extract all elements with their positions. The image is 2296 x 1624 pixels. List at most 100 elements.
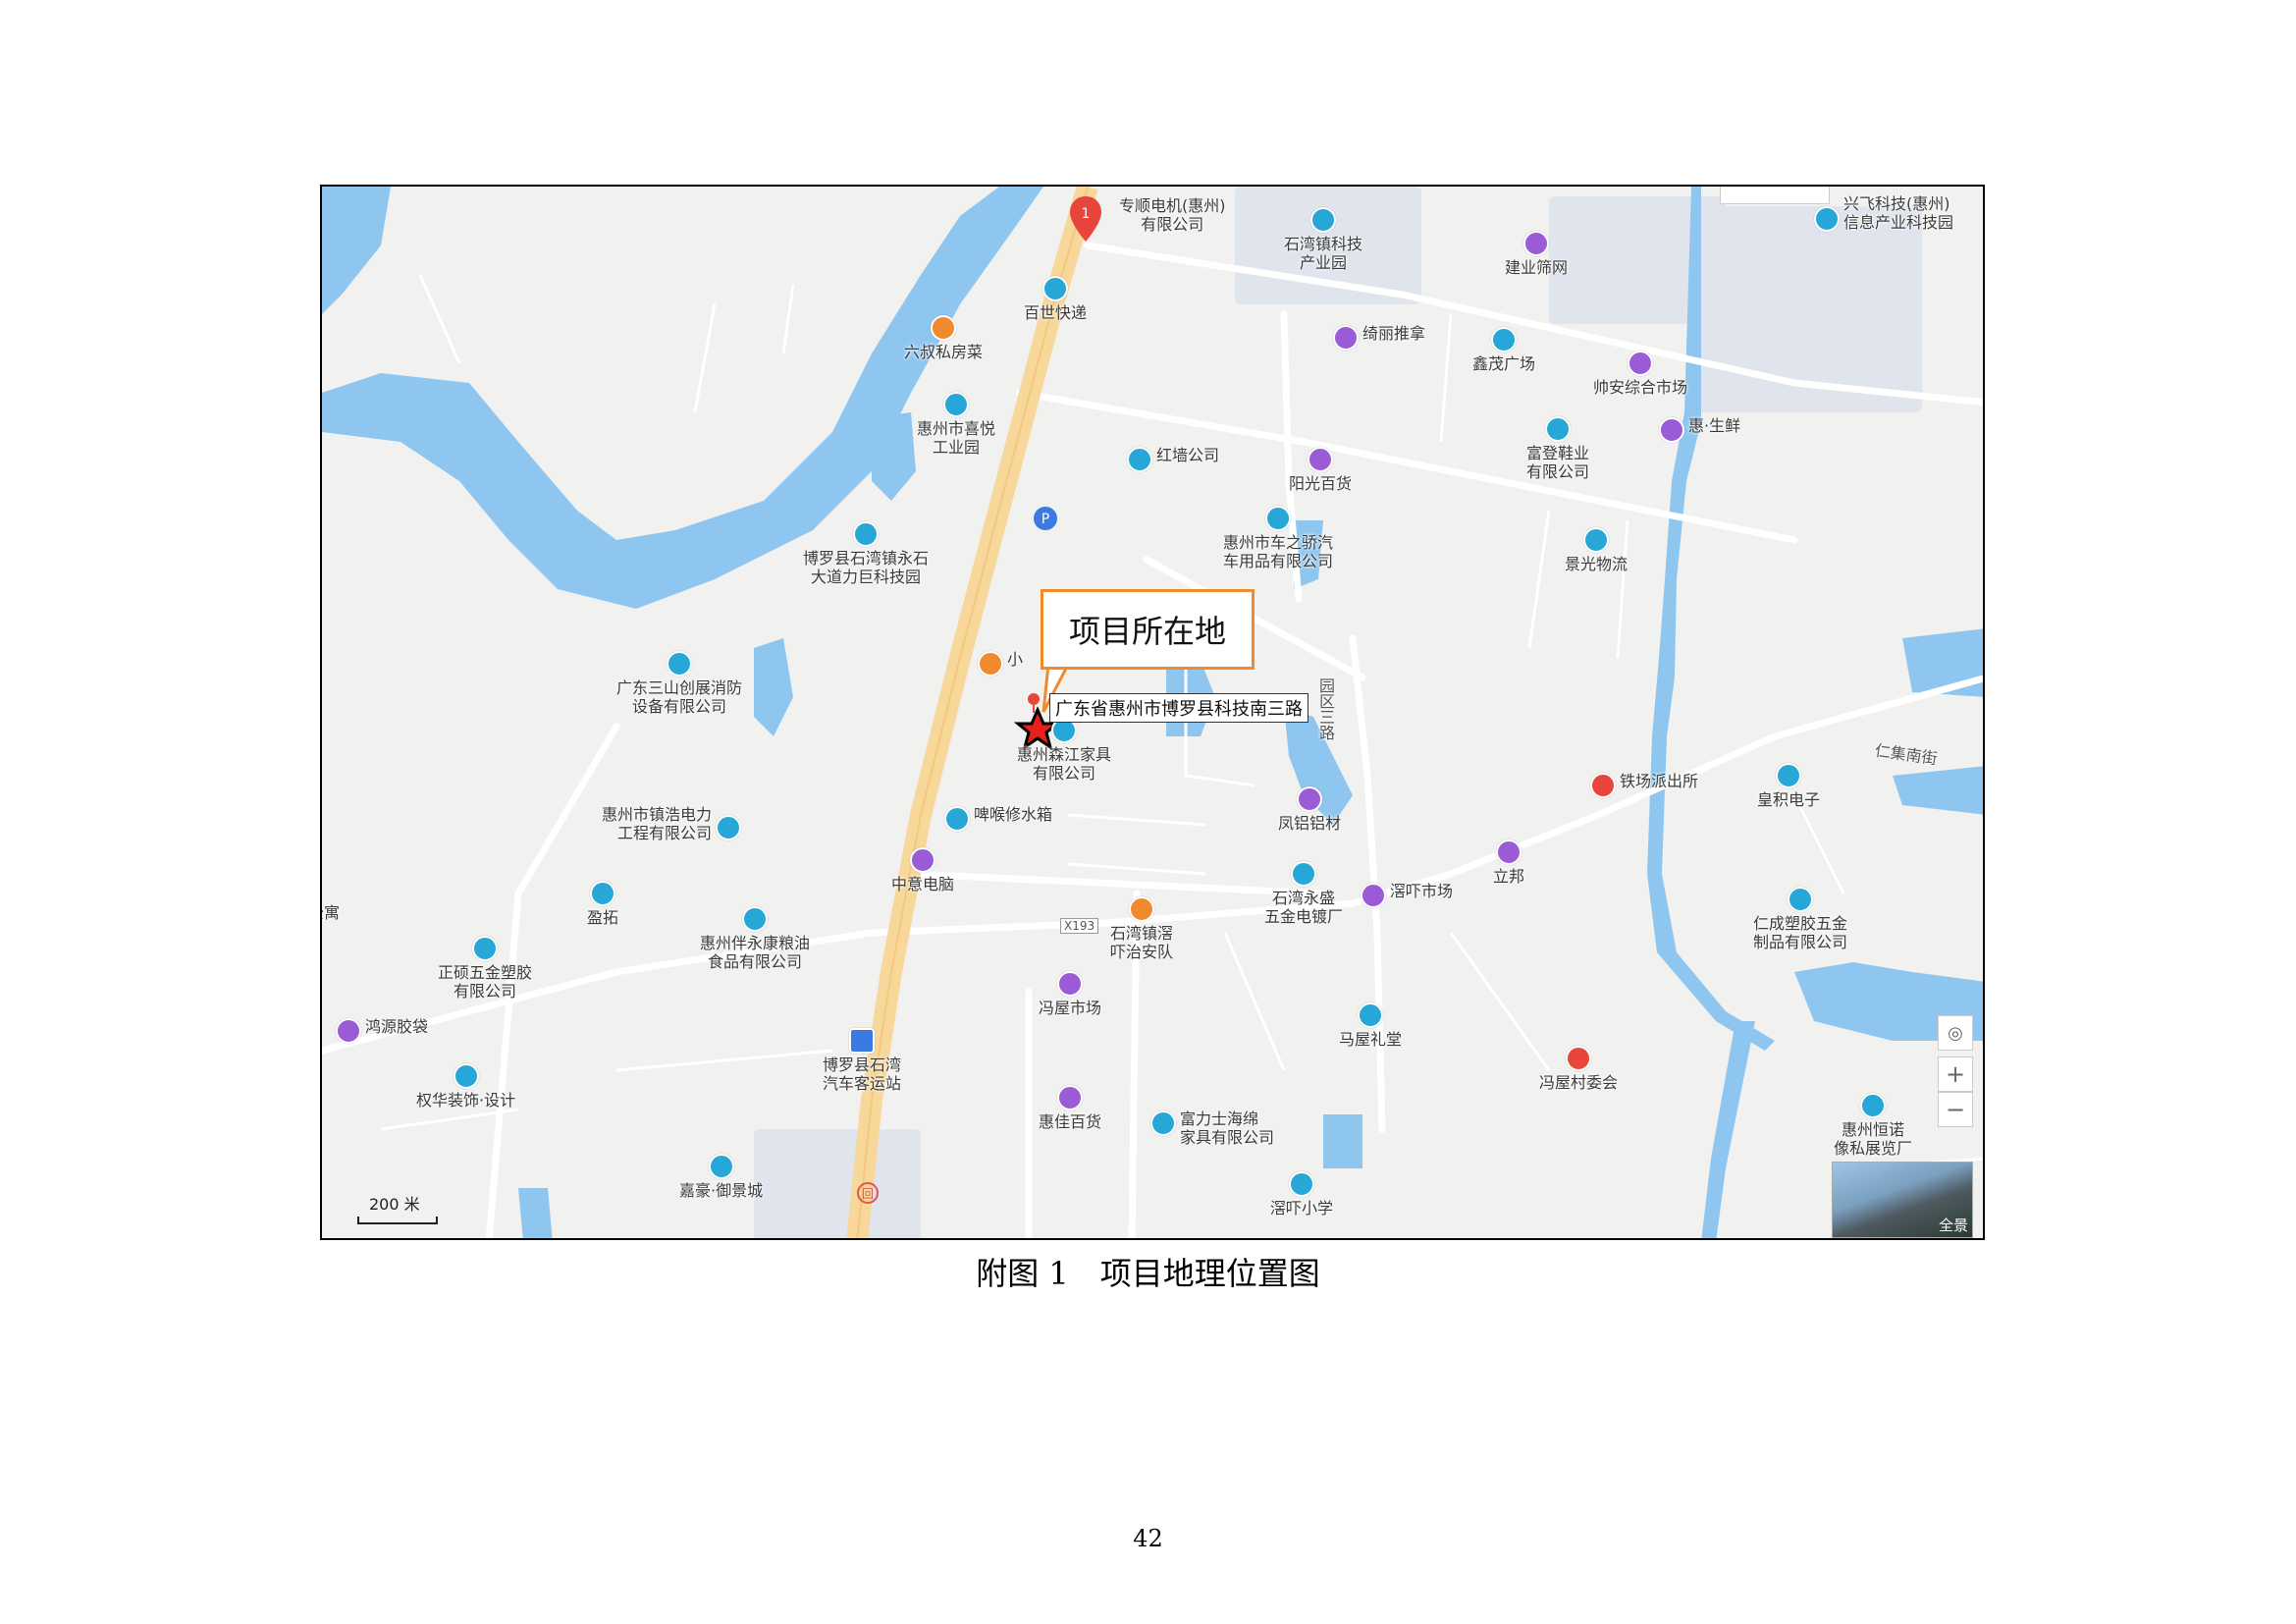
poi-zhengshuo-hardware[interactable]: 正硕五金塑胶 有限公司 (438, 935, 532, 1001)
poi-pin-icon (1310, 207, 1336, 233)
poi-fudeng-shoes[interactable]: 富登鞋业 有限公司 (1526, 415, 1589, 481)
poi-huangji-electronics[interactable]: 皇积电子 (1757, 762, 1820, 809)
road-label-x193: X193 (1060, 918, 1099, 934)
poi-fengwu-village-committee[interactable]: 冯屋村委会 (1539, 1045, 1618, 1092)
figure-caption: 附图 1 项目地理位置图 (976, 1255, 1320, 1292)
poi-tiechang-police-station[interactable]: 铁场派出所 (1590, 772, 1698, 798)
poi-pin-icon (1814, 206, 1840, 232)
poi-huijia-department-store[interactable]: 惠佳百货 (1039, 1084, 1101, 1131)
scale-label: 200 米 (369, 1195, 420, 1214)
poi-xiao-partial[interactable]: 小 (978, 650, 1023, 677)
shop-pin-icon (336, 1018, 361, 1044)
poi-pin-icon (1860, 1093, 1886, 1118)
shop-pin-icon (1496, 839, 1522, 865)
car-repair-pin-icon (944, 806, 970, 832)
poi-fengwu-market[interactable]: 冯屋市场 (1039, 970, 1101, 1017)
poi-pin-icon (453, 1063, 479, 1089)
poi-houhou-radiator-repair[interactable]: 啤喉修水箱 (944, 805, 1052, 832)
poi-libang[interactable]: 立邦 (1493, 839, 1524, 886)
poi-qili-massage[interactable]: 绮丽推拿 (1333, 324, 1425, 351)
svg-text:P: P (1041, 512, 1049, 527)
poi-pin-icon (1583, 527, 1609, 553)
map-frame[interactable]: 1 P 回 专顺电机(惠州) 有限公司 石湾镇科技 产业园 建业筛网 兴飞科技(… (320, 185, 1985, 1240)
map-type-control[interactable] (1720, 187, 1830, 204)
poi-baishi-express[interactable]: 百世快递 (1024, 275, 1087, 322)
road-label-yuanqu-sanlu: 园区三路 (1316, 677, 1335, 740)
poi-jiaoxia-security-team[interactable]: 石湾镇滘 吓治安队 (1110, 895, 1173, 961)
locate-button[interactable]: ◎ (1938, 1015, 1973, 1051)
poi-pin-icon (1545, 416, 1571, 442)
poi-pin-icon (1127, 447, 1152, 472)
poi-shuaian-market[interactable]: 帅安综合市场 (1593, 350, 1687, 397)
poi-fenglv-aluminum[interactable]: 凤铝铝材 (1278, 785, 1341, 833)
poi-zhongyi-computer[interactable]: 中意电脑 (891, 846, 954, 893)
poi-jingguang-logistics[interactable]: 景光物流 (1565, 526, 1628, 573)
scale-bar: 200 米 (357, 1191, 438, 1224)
restaurant-pin-icon (931, 315, 956, 341)
poi-pin-icon (1265, 506, 1291, 531)
poi-zhuanshun-motor[interactable]: 专顺电机(惠州) 有限公司 (1119, 196, 1226, 234)
shop-pin-icon (1297, 786, 1322, 812)
poi-jiaoxia-market[interactable]: 滘吓市场 (1361, 882, 1453, 908)
shop-pin-icon (1361, 883, 1386, 908)
poi-quanhua-decoration[interactable]: 权华装饰·设计 (416, 1062, 515, 1110)
poi-pin-icon (1788, 887, 1813, 912)
school-pin-icon (1289, 1171, 1314, 1197)
restaurant-pin-icon (978, 651, 1003, 677)
poi-xiyue-industrial-park[interactable]: 惠州市喜悦 工业园 (917, 391, 995, 457)
poi-yingtuo[interactable]: 盈拓 (587, 880, 618, 927)
poi-pin-icon (1358, 1002, 1383, 1028)
parking-icon: P (1034, 507, 1057, 530)
project-location-callout: 项目所在地 (1041, 589, 1255, 670)
poi-pin-icon (716, 815, 742, 840)
cart-pin-icon (1057, 1085, 1083, 1110)
government-pin-icon (1129, 896, 1154, 922)
shop-pin-icon (1628, 351, 1653, 376)
poi-pin-icon (472, 936, 498, 961)
poi-jiahao-yujingcheng[interactable]: 嘉豪·御景城 (679, 1153, 763, 1200)
poi-rencheng-plastic[interactable]: 仁成塑胶五金 制品有限公司 (1753, 886, 1847, 951)
police-pin-icon (1590, 773, 1616, 798)
shop-pin-icon (910, 847, 935, 873)
poi-pin-icon (742, 906, 768, 932)
poi-yangguang-department-store[interactable]: 阳光百货 (1289, 446, 1352, 493)
poi-hongyuan-bags[interactable]: 鸿源胶袋 (336, 1017, 428, 1044)
poi-hongqiang-company[interactable]: 红墙公司 (1127, 446, 1219, 472)
poi-chezhijiao-auto[interactable]: 惠州市车之骄汽 车用品有限公司 (1223, 505, 1333, 570)
poi-shiwan-bus-station[interactable]: 博罗县石湾 汽车客运站 (823, 1027, 901, 1093)
scale-bar-line (357, 1217, 438, 1224)
shop-pin-icon (1523, 231, 1549, 256)
poi-hengnuo-exhibition[interactable]: 惠州恒诺 像私展览厂 (1834, 1092, 1912, 1158)
streetview-label: 全景 (1938, 1217, 1968, 1234)
svg-text:1: 1 (1082, 206, 1091, 222)
government-pin-icon (1566, 1046, 1591, 1071)
poi-pin-icon (1150, 1110, 1176, 1136)
poi-jianye-sieve[interactable]: 建业筛网 (1505, 230, 1568, 277)
poi-xinmao-plaza[interactable]: 鑫茂广场 (1472, 326, 1535, 373)
project-address-label: 广东省惠州市博罗县科技南三路 (1049, 693, 1308, 723)
poi-yongsheng-plating[interactable]: 石湾永盛 五金电镀厂 (1264, 860, 1343, 926)
poi-zhenhao-electric[interactable]: 惠州市镇浩电力 工程有限公司 (602, 805, 742, 842)
poi-banyongkang-grain-oil[interactable]: 惠州伴永康粮油 食品有限公司 (700, 905, 810, 971)
zoom-in-button[interactable]: + (1938, 1056, 1973, 1092)
poi-pin-icon (667, 651, 692, 677)
bus-pin-icon (849, 1028, 875, 1054)
poi-pin-icon (853, 521, 879, 547)
poi-xingfei-tech[interactable]: 兴飞科技(惠州) 信息产业科技园 (1814, 194, 1953, 232)
poi-shiwan-tech-park[interactable]: 石湾镇科技 产业园 (1284, 206, 1362, 272)
poi-pin-icon (1291, 861, 1316, 887)
poi-jiaoxia-primary-school[interactable]: 滘吓小学 (1270, 1170, 1333, 1218)
poi-sanshan-fire-equipment[interactable]: 广东三山创展消防 设备有限公司 (616, 650, 742, 716)
poi-fulishi-sponge[interactable]: 富力士海绵 家具有限公司 (1150, 1110, 1274, 1147)
poi-pin-icon (1776, 763, 1801, 788)
poi-liushu-restaurant[interactable]: 六叔私房菜 (904, 314, 983, 361)
shop-pin-icon (1333, 325, 1359, 351)
poi-apartment-partial[interactable]: 公寓 (322, 903, 340, 922)
poi-senjiang-furniture[interactable]: 惠州森江家具 有限公司 (1017, 717, 1111, 783)
poi-pin-icon (1491, 327, 1517, 352)
streetview-thumbnail[interactable]: 全景 (1832, 1162, 1973, 1238)
poi-hui-fresh[interactable]: 惠·生鲜 (1659, 416, 1740, 443)
poi-mawu-hall[interactable]: 马屋礼堂 (1339, 1001, 1402, 1049)
poi-liju-tech-park[interactable]: 博罗县石湾镇永石 大道力巨科技园 (803, 520, 929, 586)
zoom-out-button[interactable]: − (1938, 1092, 1973, 1127)
